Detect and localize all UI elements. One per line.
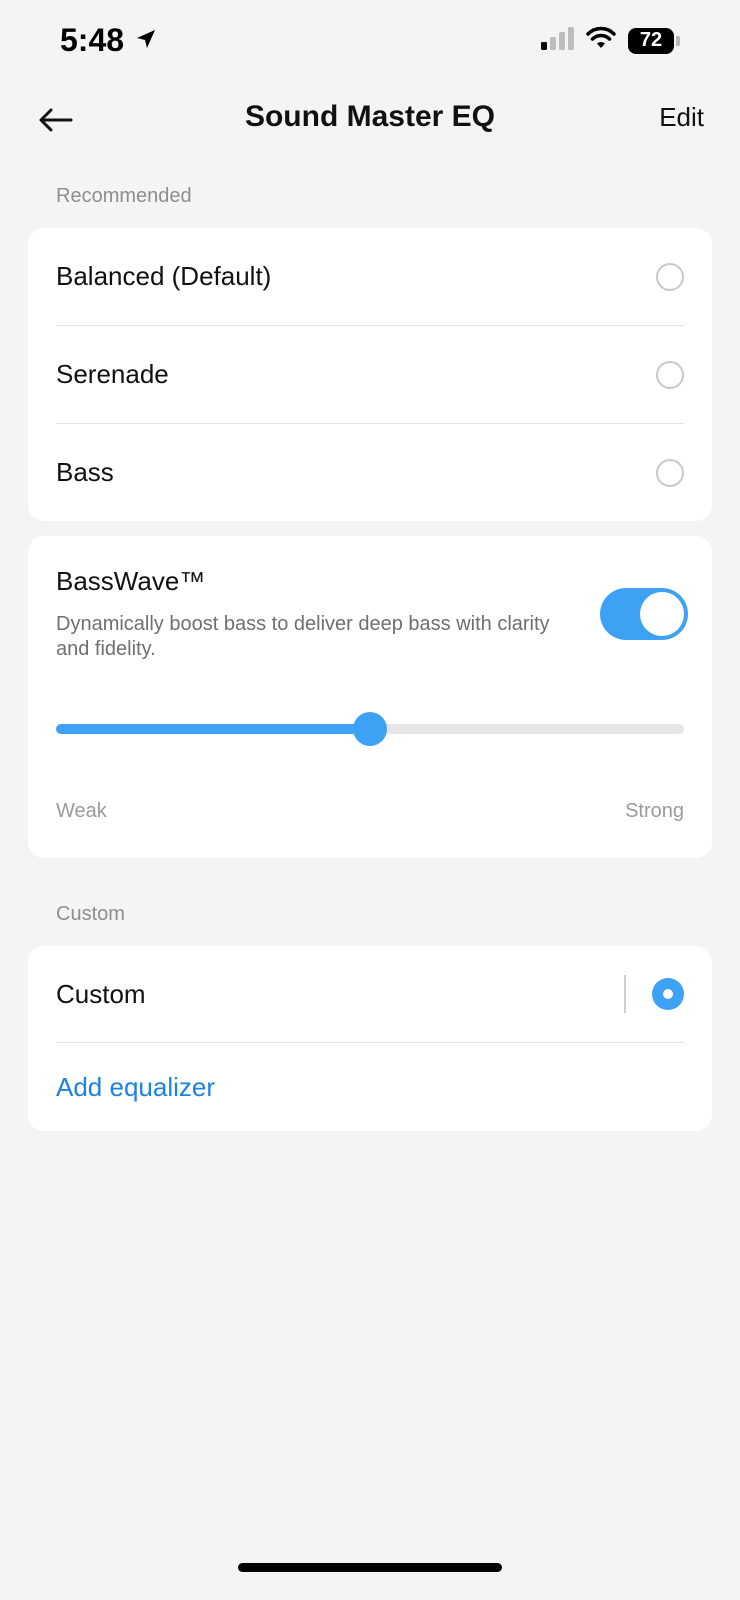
add-equalizer-row[interactable]: Add equalizer bbox=[28, 1043, 712, 1131]
eq-option-custom[interactable]: Custom bbox=[28, 946, 712, 1042]
custom-card: Custom Add equalizer bbox=[28, 946, 712, 1131]
radio-button-selected[interactable] bbox=[652, 978, 684, 1010]
location-arrow-icon bbox=[134, 22, 158, 59]
toggle-knob bbox=[640, 592, 684, 636]
radio-button[interactable] bbox=[656, 360, 684, 389]
battery-icon: 72 bbox=[628, 27, 680, 54]
basswave-description: Dynamically boost bass to deliver deep b… bbox=[56, 613, 550, 660]
status-time-group: 5:48 bbox=[60, 22, 158, 59]
basswave-title: BassWave™ bbox=[56, 566, 206, 596]
add-equalizer-link[interactable]: Add equalizer bbox=[56, 1072, 215, 1103]
basswave-card: BassWave™ Dynamically boost bass to deli… bbox=[28, 536, 712, 858]
eq-option-label: Balanced (Default) bbox=[56, 261, 272, 291]
eq-option-balanced[interactable]: Balanced (Default) bbox=[28, 228, 712, 325]
navigation-bar: Sound Master EQ Edit bbox=[0, 84, 740, 154]
slider-max-label: Strong bbox=[625, 800, 684, 822]
slider-thumb[interactable] bbox=[353, 712, 387, 746]
recommended-card: Balanced (Default) Serenade Bass bbox=[28, 228, 712, 521]
radio-button[interactable] bbox=[656, 262, 684, 291]
eq-option-bass[interactable]: Bass bbox=[28, 424, 712, 521]
page-title: Sound Master EQ bbox=[244, 100, 496, 133]
radio-button[interactable] bbox=[656, 458, 684, 487]
battery-tip bbox=[676, 35, 680, 46]
eq-option-label: Custom bbox=[56, 978, 146, 1009]
sound-master-eq-screen: 5:48 72 Sound Master EQ Edit Recommended… bbox=[0, 0, 740, 1600]
wifi-icon bbox=[586, 26, 616, 55]
signal-icon bbox=[540, 26, 574, 55]
basswave-toggle[interactable] bbox=[600, 588, 688, 640]
eq-option-label: Bass bbox=[56, 457, 114, 487]
section-label-custom: Custom bbox=[56, 903, 125, 925]
slider-min-label: Weak bbox=[56, 800, 107, 822]
basswave-intensity-slider[interactable] bbox=[56, 712, 684, 746]
status-time: 5:48 bbox=[60, 22, 125, 58]
vertical-divider bbox=[624, 975, 626, 1013]
slider-fill bbox=[56, 724, 370, 734]
section-label-recommended: Recommended bbox=[56, 185, 192, 207]
battery-level: 72 bbox=[628, 27, 674, 54]
status-indicators: 72 bbox=[540, 26, 680, 55]
home-indicator[interactable] bbox=[238, 1563, 502, 1572]
edit-button[interactable]: Edit bbox=[659, 102, 704, 133]
eq-option-serenade[interactable]: Serenade bbox=[28, 326, 712, 423]
status-bar: 5:48 72 bbox=[0, 0, 740, 84]
eq-option-label: Serenade bbox=[56, 359, 169, 389]
